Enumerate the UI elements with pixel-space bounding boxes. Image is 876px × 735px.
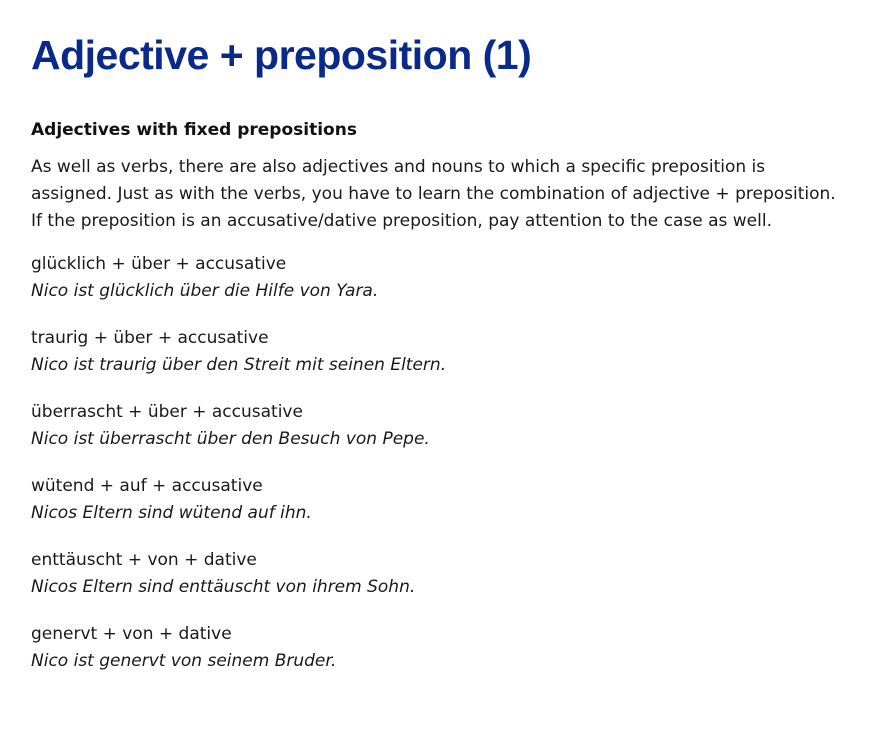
example-list: glücklich + über + accusative Nico ist g… bbox=[31, 251, 851, 675]
example-sentence: Nicos Eltern sind wütend auf ihn. bbox=[31, 503, 312, 523]
example-formula: überrascht + über + accusative bbox=[31, 402, 303, 422]
example-formula: genervt + von + dative bbox=[31, 624, 232, 644]
example-sentence: Nico ist überrascht über den Besuch von … bbox=[31, 429, 430, 449]
intro-paragraph: As well as verbs, there are also adjecti… bbox=[31, 157, 836, 231]
section-subtitle: Adjectives with fixed prepositions bbox=[31, 120, 357, 140]
example-sentence: Nico ist glücklich über die Hilfe von Ya… bbox=[31, 281, 379, 301]
example-item: enttäuscht + von + dative Nicos Eltern s… bbox=[31, 547, 851, 601]
example-sentence: Nicos Eltern sind enttäuscht von ihrem S… bbox=[31, 577, 416, 597]
example-formula: traurig + über + accusative bbox=[31, 328, 269, 348]
example-sentence: Nico ist traurig über den Streit mit sei… bbox=[31, 355, 447, 375]
lesson-page: Adjective + preposition (1) Adjectives w… bbox=[0, 0, 851, 675]
example-item: wütend + auf + accusative Nicos Eltern s… bbox=[31, 473, 851, 527]
example-item: überrascht + über + accusative Nico ist … bbox=[31, 399, 851, 453]
page-title: Adjective + preposition (1) bbox=[31, 32, 532, 78]
example-item: glücklich + über + accusative Nico ist g… bbox=[31, 251, 851, 305]
example-sentence: Nico ist genervt von seinem Bruder. bbox=[31, 651, 337, 671]
example-item: traurig + über + accusative Nico ist tra… bbox=[31, 325, 851, 379]
example-formula: wütend + auf + accusative bbox=[31, 476, 263, 496]
example-formula: enttäuscht + von + dative bbox=[31, 550, 257, 570]
example-item: genervt + von + dative Nico ist genervt … bbox=[31, 621, 851, 675]
example-formula: glücklich + über + accusative bbox=[31, 254, 287, 274]
